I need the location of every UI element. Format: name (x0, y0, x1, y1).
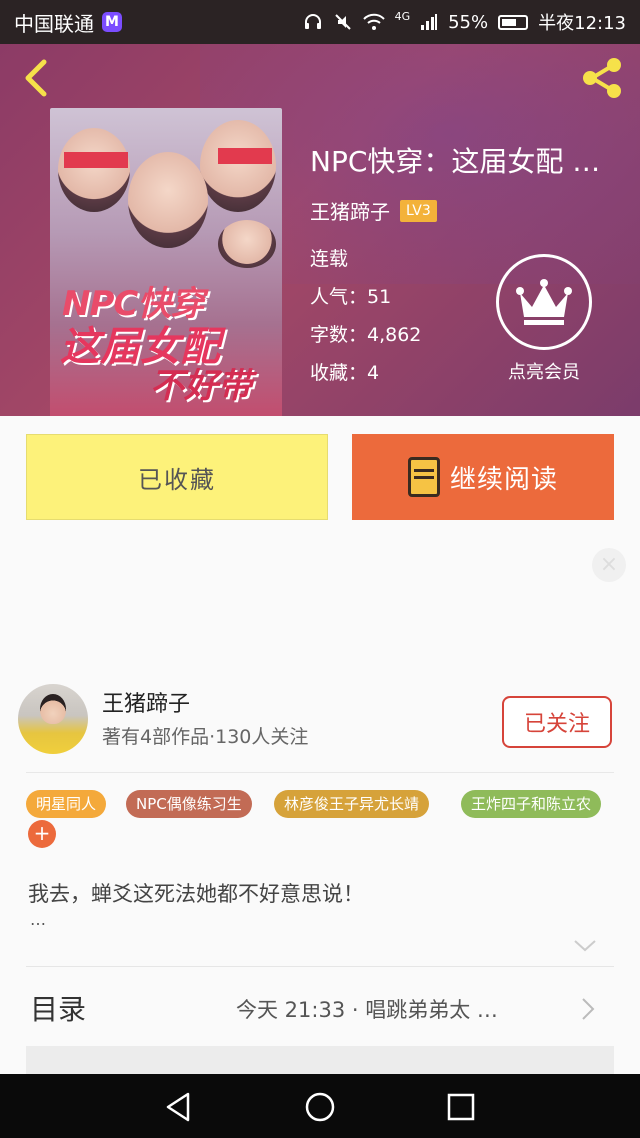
vip-label: 点亮会员 (508, 362, 580, 383)
nav-back-icon[interactable] (162, 1090, 196, 1124)
add-tag-button[interactable]: + (28, 820, 56, 848)
chevron-down-icon[interactable] (572, 938, 598, 954)
author-level-badge: LV3 (400, 199, 437, 222)
continue-reading-button[interactable]: 继续阅读 (352, 434, 614, 520)
headphones-icon (304, 14, 321, 29)
battery-percent: 55% (448, 11, 489, 33)
author-card[interactable]: 王猪蹄子 著有4部作品·130人关注 已关注 (18, 684, 622, 770)
network-type: 4G (394, 9, 411, 23)
book-favorites: 收藏：4 (310, 362, 380, 384)
tag-item[interactable]: 明星同人 (26, 790, 107, 818)
tag-item[interactable]: 林彦俊王子异尤长靖 (274, 790, 430, 818)
book-header: NPC快穿 这届女配 不好带 NPC快穿：这届女配 … 王猪蹄子 LV3 连载 … (0, 44, 640, 416)
cover-title-line3: 不好带 (150, 366, 252, 406)
toc-latest-chapter: 今天 21:33 · 唱跳弟弟太 … (236, 998, 498, 1022)
avatar[interactable] (18, 684, 88, 754)
battery-icon (498, 14, 529, 30)
book-popularity: 人气：51 (310, 286, 392, 308)
app-notification-icon: M (102, 12, 122, 32)
book-author[interactable]: 王猪蹄子 (310, 196, 390, 225)
clock: 半夜12:13 (538, 13, 626, 34)
chevron-right-icon (582, 998, 595, 1020)
continue-reading-label: 继续阅读 (449, 464, 558, 495)
back-arrow-icon[interactable] (18, 58, 58, 98)
book-detail-content: 已收藏 继续阅读 × 王猪蹄子 著有4部作品·130人关注 已关注 明星同人 N… (0, 416, 640, 1074)
next-section-placeholder (26, 1046, 614, 1074)
book-cover[interactable]: NPC快穿 这届女配 不好带 (50, 108, 282, 416)
mute-icon (334, 14, 351, 30)
crown-icon (516, 279, 572, 325)
wifi-icon (362, 13, 385, 30)
status-bar: 中国联通 M 4G 55% 半夜12:13 (0, 0, 640, 44)
book-description: 我去，蝉爻这死法她都不好意思说！ (28, 882, 364, 906)
carrier-label: 中国联通 (14, 11, 94, 36)
author-name: 王猪蹄子 (102, 692, 191, 717)
close-icon[interactable]: × (592, 548, 626, 582)
description-ellipsis: … (30, 910, 46, 929)
tag-item[interactable]: 王炸四子和陈立农 (461, 790, 602, 818)
divider (26, 966, 614, 967)
divider (26, 772, 614, 773)
vip-button[interactable]: 点亮会员 (492, 254, 596, 384)
collected-button[interactable]: 已收藏 (26, 434, 328, 520)
system-nav-bar (0, 1074, 640, 1138)
share-icon[interactable] (578, 54, 626, 102)
book-status: 连载 (310, 248, 349, 270)
author-stats: 著有4部作品·130人关注 (102, 726, 309, 748)
signal-icon (421, 14, 438, 30)
follow-button[interactable]: 已关注 (502, 696, 612, 748)
toc-label: 目录 (30, 993, 87, 1026)
tag-item[interactable]: NPC偶像练习生 (126, 790, 252, 818)
book-word-count: 字数：4,862 (310, 324, 422, 346)
nav-home-icon[interactable] (303, 1090, 337, 1124)
book-title: NPC快穿：这届女配 … (310, 145, 601, 178)
nav-recents-icon[interactable] (444, 1090, 478, 1124)
book-icon (407, 457, 440, 497)
